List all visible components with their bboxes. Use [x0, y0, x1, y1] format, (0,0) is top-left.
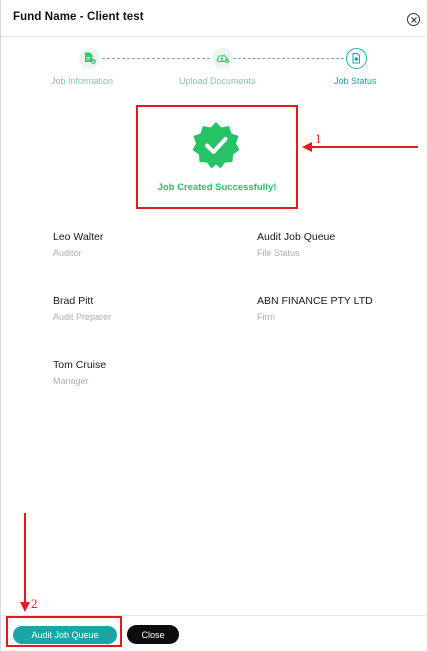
annotation-number-1: 1: [315, 131, 322, 146]
annotation-box-2: [6, 616, 122, 647]
annotation-number-2: 2: [31, 596, 38, 611]
annotation-arrows: [20, 142, 418, 612]
